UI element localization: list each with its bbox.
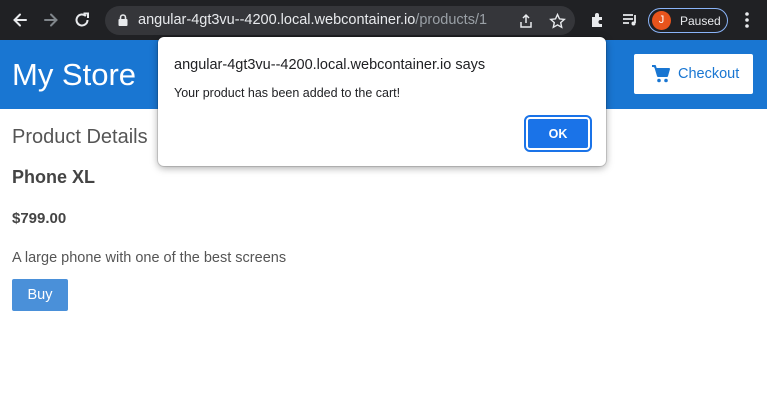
kebab-menu-icon[interactable]: [737, 10, 757, 30]
product-description: A large phone with one of the best scree…: [12, 250, 287, 266]
back-arrow-icon[interactable]: [8, 8, 32, 32]
lock-icon[interactable]: [116, 13, 130, 27]
forward-arrow-icon[interactable]: [39, 8, 63, 32]
dialog-origin: angular-4gt3vu--4200.local.webcontainer.…: [174, 57, 486, 73]
reload-icon[interactable]: [70, 8, 94, 32]
page-title: Product Details: [12, 126, 148, 148]
media-queue-icon[interactable]: [620, 10, 640, 30]
extensions-icon[interactable]: [588, 10, 608, 30]
profile-button[interactable]: J Paused: [648, 8, 728, 33]
url-host: angular-4gt3vu--4200.local.webcontainer.…: [138, 12, 416, 28]
store-title[interactable]: My Store: [12, 57, 136, 93]
url-text[interactable]: angular-4gt3vu--4200.local.webcontainer.…: [138, 12, 487, 28]
profile-status: Paused: [680, 14, 721, 28]
product-price: $799.00: [12, 210, 67, 227]
address-bar[interactable]: angular-4gt3vu--4200.local.webcontainer.…: [105, 6, 575, 35]
url-path: /products/1: [415, 12, 488, 28]
checkout-label: Checkout: [678, 66, 740, 82]
checkout-button[interactable]: Checkout: [634, 54, 753, 94]
buy-button[interactable]: Buy: [12, 279, 68, 311]
alert-dialog: angular-4gt3vu--4200.local.webcontainer.…: [158, 37, 606, 166]
ok-button[interactable]: OK: [524, 115, 592, 152]
dialog-message: Your product has been added to the cart!: [174, 86, 401, 100]
star-icon[interactable]: [548, 12, 566, 30]
shopping-cart-icon: [650, 63, 672, 85]
share-icon[interactable]: [517, 12, 535, 30]
avatar: J: [652, 11, 671, 30]
browser-toolbar: angular-4gt3vu--4200.local.webcontainer.…: [0, 0, 767, 40]
product-name: Phone XL: [12, 167, 96, 187]
